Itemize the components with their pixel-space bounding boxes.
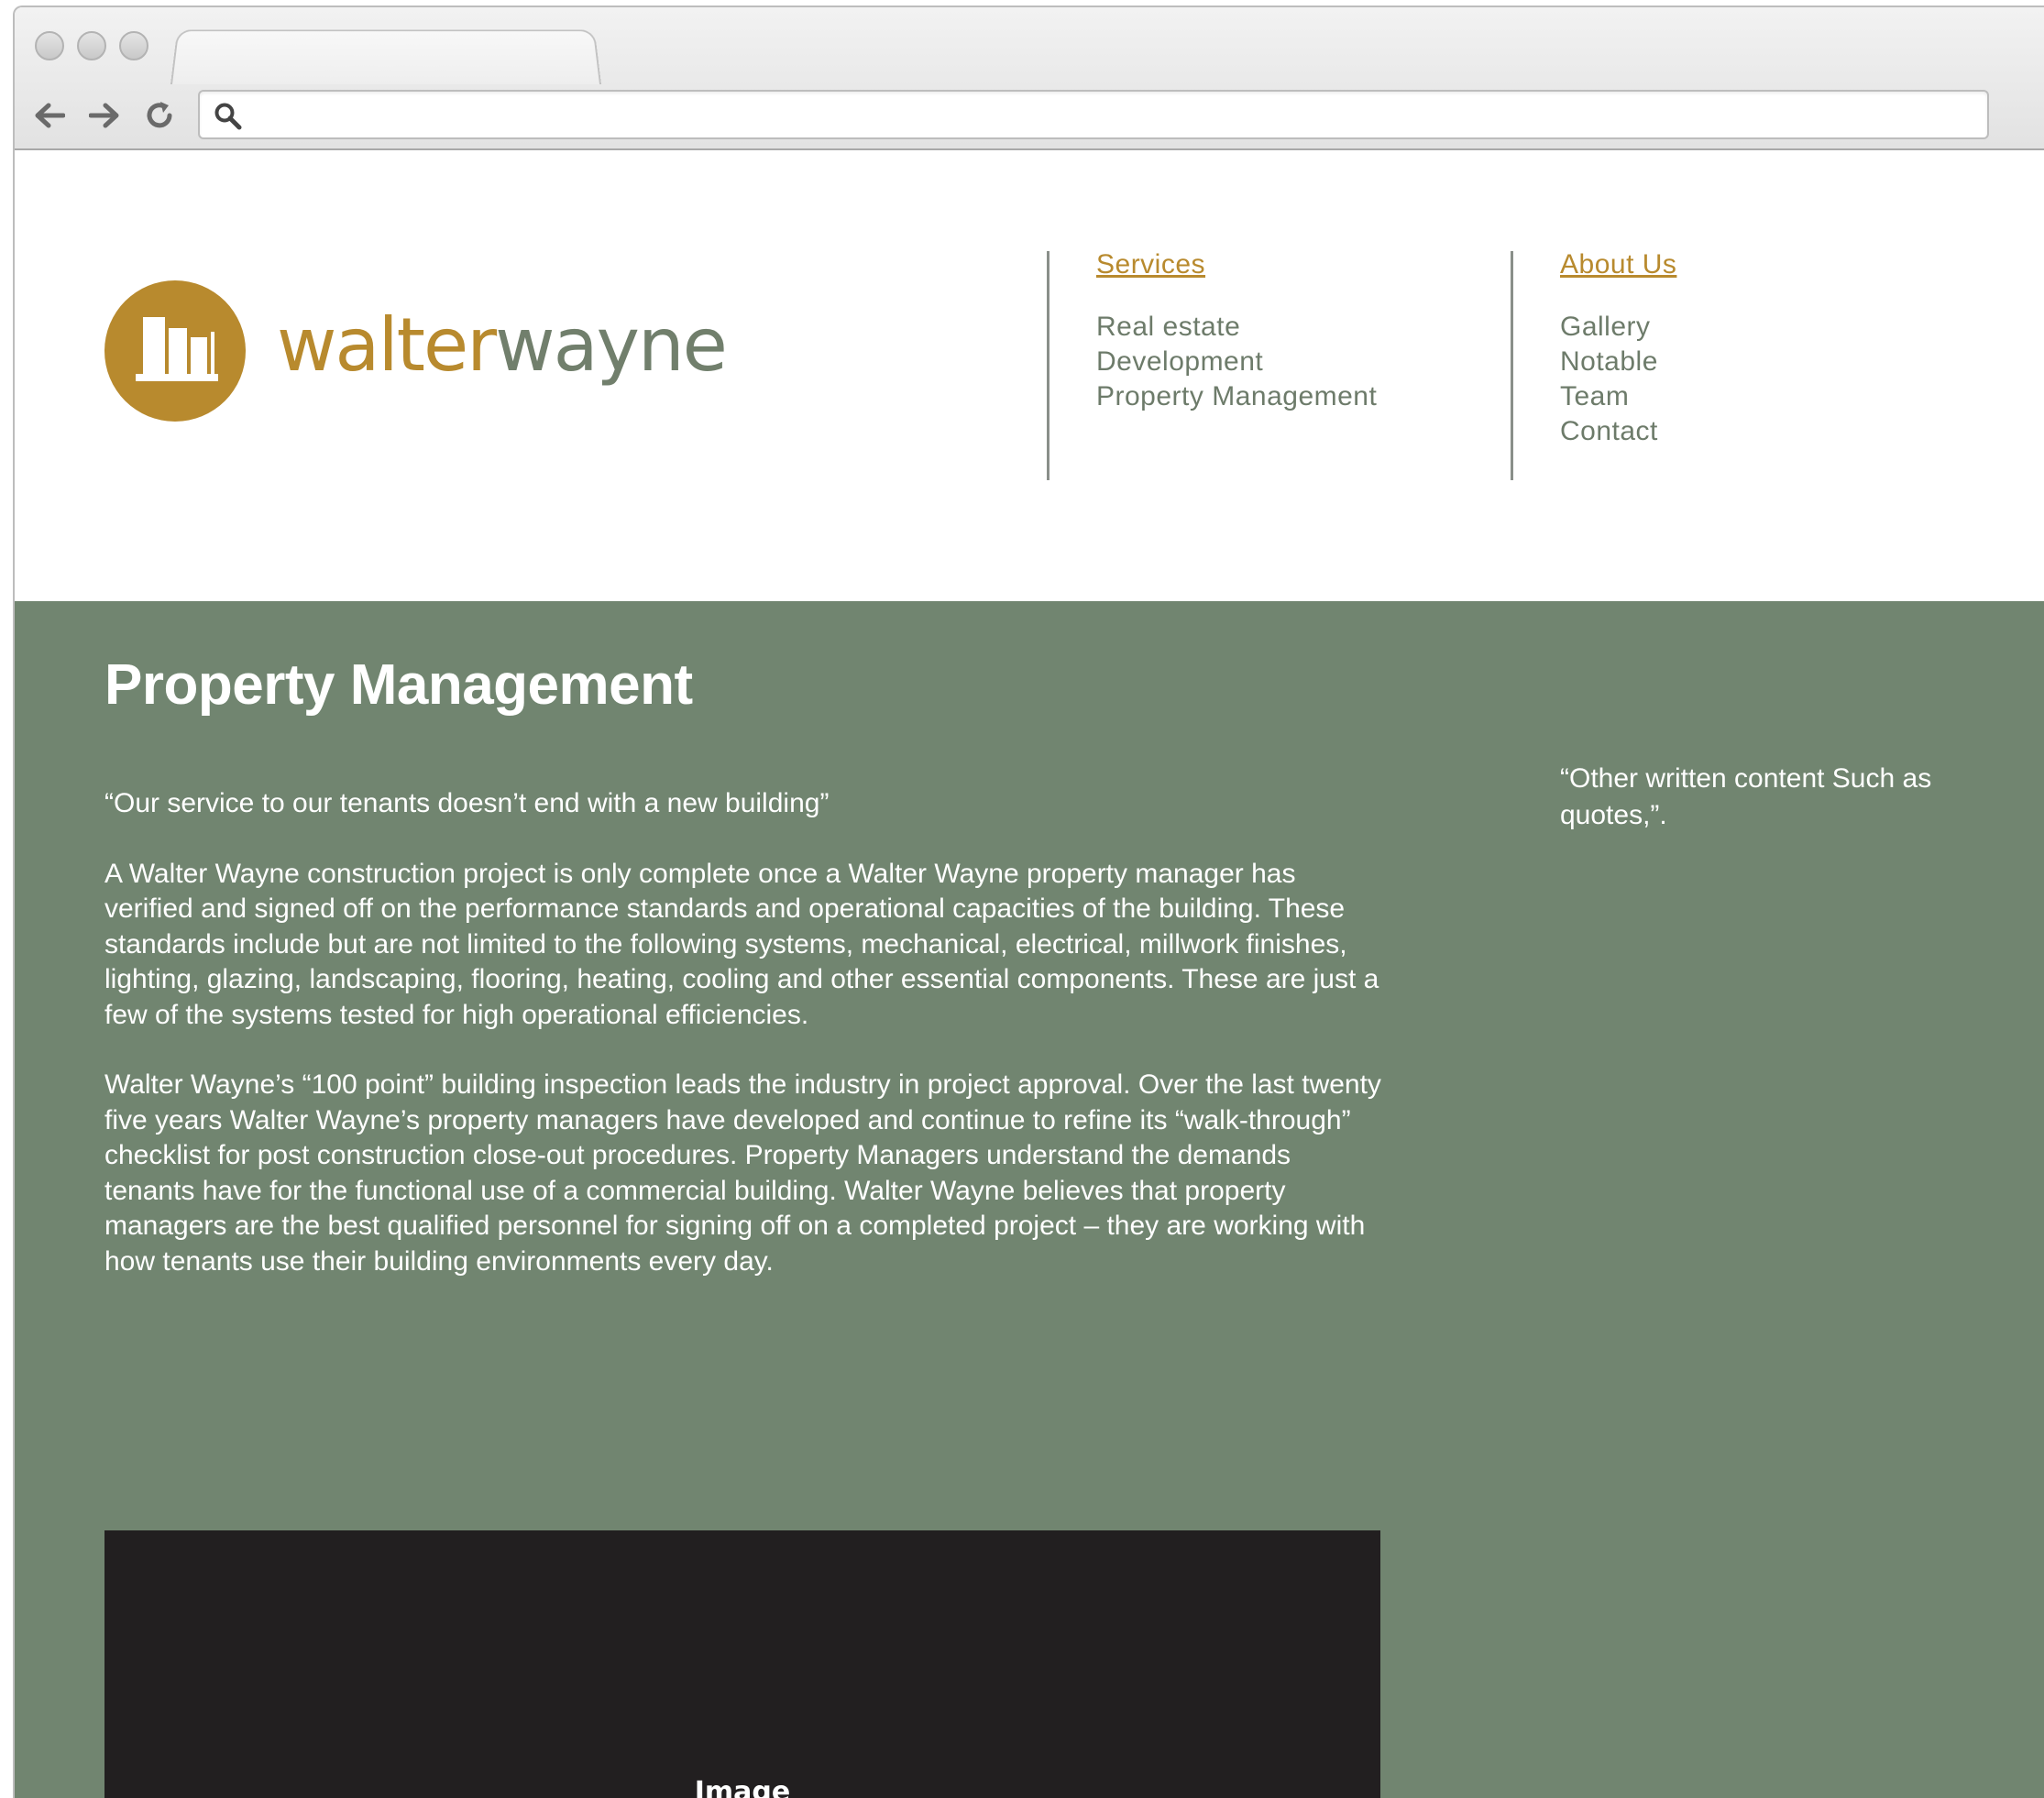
browser-chrome bbox=[15, 7, 2044, 150]
back-button[interactable] bbox=[29, 95, 70, 136]
logo-word-walter: walter bbox=[277, 302, 497, 388]
nav-link-development[interactable]: Development bbox=[1096, 345, 1377, 379]
search-icon bbox=[214, 103, 242, 130]
page-title: Property Management bbox=[104, 653, 693, 717]
building-logo-icon bbox=[104, 280, 246, 422]
nav-link-contact[interactable]: Contact bbox=[1560, 414, 1676, 449]
logo-wordmark: walterwayne bbox=[277, 309, 728, 382]
forward-arrow-icon bbox=[89, 103, 119, 128]
image-placeholder-label: Image bbox=[694, 1776, 791, 1798]
nav-about: About Us Gallery Notable Team Contact bbox=[1560, 249, 1676, 449]
article-paragraph: Walter Wayne’s “100 point” building insp… bbox=[104, 1069, 1381, 1277]
nav-link-real-estate[interactable]: Real estate bbox=[1096, 310, 1377, 345]
nav-heading-about-us[interactable]: About Us bbox=[1560, 249, 1676, 280]
site-header: walterwayne Services Real estate Develop… bbox=[15, 152, 2044, 601]
image-placeholder: Image bbox=[104, 1530, 1380, 1798]
window-minimize-button[interactable] bbox=[77, 31, 106, 60]
sidebar-quote: “Other written content Such as quotes,”. bbox=[1560, 763, 1932, 830]
nav-link-team[interactable]: Team bbox=[1560, 379, 1676, 414]
forward-button[interactable] bbox=[84, 95, 125, 136]
browser-window: walterwayne Services Real estate Develop… bbox=[13, 5, 2044, 1798]
site-logo[interactable]: walterwayne bbox=[104, 280, 728, 422]
address-bar[interactable] bbox=[198, 90, 1989, 139]
browser-tab[interactable] bbox=[170, 29, 601, 84]
nav-divider bbox=[1511, 251, 1513, 480]
nav-divider bbox=[1047, 251, 1049, 480]
nav-link-property-management[interactable]: Property Management bbox=[1096, 379, 1377, 414]
article-paragraph: A Walter Wayne construction project is o… bbox=[104, 858, 1379, 1030]
nav-link-notable[interactable]: Notable bbox=[1560, 345, 1676, 379]
logo-word-wayne: wayne bbox=[495, 302, 728, 388]
nav-services: Services Real estate Development Propert… bbox=[1096, 249, 1377, 414]
nav-heading-services[interactable]: Services bbox=[1096, 249, 1377, 280]
main-content: Property Management “Our service to our … bbox=[15, 601, 2044, 1798]
reload-button[interactable] bbox=[139, 95, 180, 136]
window-close-button[interactable] bbox=[35, 31, 64, 60]
web-page: walterwayne Services Real estate Develop… bbox=[15, 152, 2044, 1798]
address-input[interactable] bbox=[255, 95, 1978, 134]
back-arrow-icon bbox=[35, 103, 65, 128]
reload-icon bbox=[147, 102, 172, 128]
intro-quote: “Our service to our tenants doesn’t end … bbox=[104, 788, 830, 818]
window-zoom-button[interactable] bbox=[119, 31, 148, 60]
article-body: “Our service to our tenants doesn’t end … bbox=[104, 786, 1388, 1314]
nav-link-gallery[interactable]: Gallery bbox=[1560, 310, 1676, 345]
